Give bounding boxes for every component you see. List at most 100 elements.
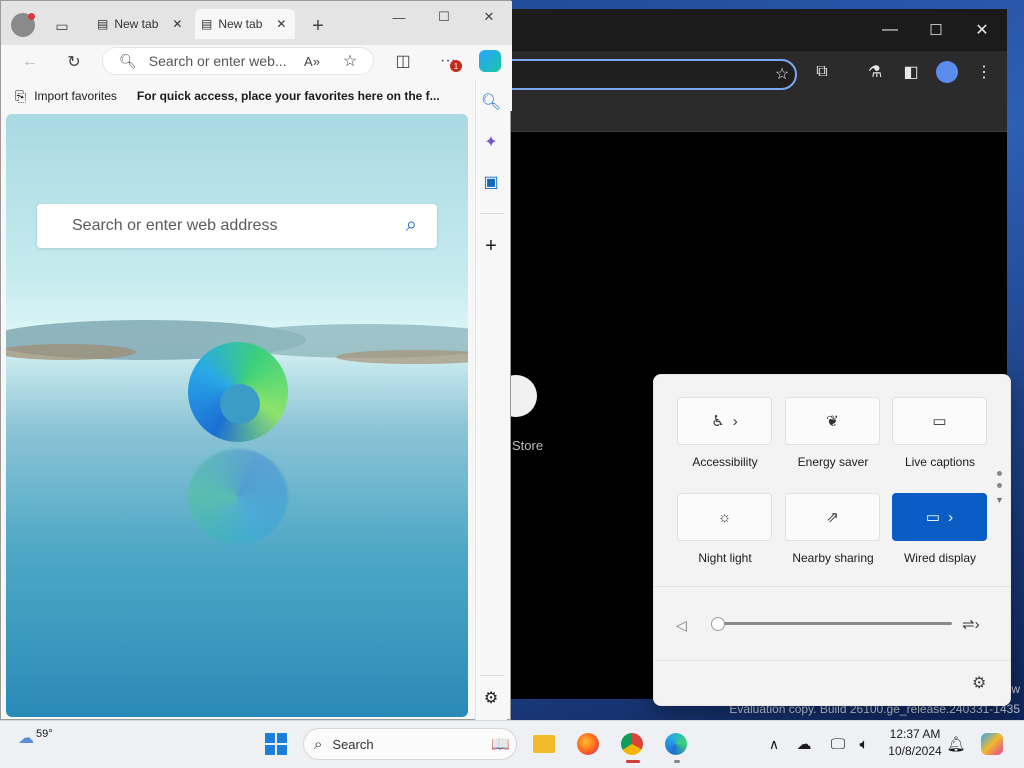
divider bbox=[654, 660, 1010, 661]
sidebar-divider bbox=[480, 675, 504, 676]
chevron-right-icon: › bbox=[948, 508, 954, 526]
weather-temperature: 59° bbox=[36, 728, 53, 740]
tab-new-tab-1[interactable]: ▤ New tab ✕ bbox=[91, 9, 191, 39]
edge-taskbar-icon[interactable] bbox=[658, 726, 694, 762]
page-dot[interactable] bbox=[997, 471, 1002, 476]
copilot-taskbar-icon[interactable] bbox=[974, 726, 1010, 762]
outlook-icon[interactable]: ▣ bbox=[476, 167, 506, 197]
edge-running-indicator bbox=[674, 760, 680, 763]
page-icon: ▤ bbox=[201, 17, 213, 31]
favorites-bar: ⎘ Import favorites For quick access, pla… bbox=[1, 81, 512, 111]
accessibility-icon: ♿︎ bbox=[711, 413, 725, 430]
chevron-down-icon[interactable]: ▼ bbox=[995, 495, 1004, 505]
tab-strip: ▭ ▤ New tab ✕ ▤ New tab ✕ + — ☐ ✕ bbox=[1, 1, 512, 45]
firefox-icon[interactable] bbox=[570, 726, 606, 762]
minimize-button[interactable]: — bbox=[376, 1, 422, 33]
notification-badge: 1 bbox=[450, 60, 462, 72]
windows-logo-icon bbox=[265, 733, 287, 755]
volume-slider-track[interactable] bbox=[718, 622, 952, 625]
tab-new-tab-2[interactable]: ▤ New tab ✕ bbox=[195, 9, 295, 39]
chrome-icon[interactable] bbox=[614, 726, 650, 762]
chrome-running-indicator bbox=[626, 760, 640, 763]
store-shortcut-label[interactable]: Store bbox=[512, 438, 543, 453]
search-icon[interactable]: ⌕ bbox=[406, 214, 417, 237]
energy-saver-tile[interactable]: ❦ bbox=[785, 397, 880, 445]
page-search-box[interactable]: Search or enter web address ⌕ bbox=[37, 204, 437, 248]
extensions-icon[interactable]: ⧉ bbox=[807, 57, 837, 87]
close-tab-icon[interactable]: ✕ bbox=[276, 17, 286, 31]
wired-display-label: Wired display bbox=[903, 551, 977, 565]
onedrive-icon[interactable]: ☁ bbox=[786, 726, 822, 762]
notifications-bell-icon[interactable]: 🔔︎ bbox=[938, 726, 974, 762]
star-icon[interactable]: ☆ bbox=[767, 59, 797, 89]
new-tab-page: Search or enter web address ⌕ bbox=[6, 114, 468, 717]
cloud-icon: ☁ bbox=[18, 730, 34, 747]
cast-icon: ▭ bbox=[925, 509, 941, 526]
nearby-sharing-label: Nearby sharing bbox=[792, 551, 874, 565]
page-search-placeholder: Search or enter web address bbox=[72, 217, 278, 234]
read-aloud-icon[interactable]: A» bbox=[297, 46, 327, 76]
close-button[interactable]: ✕ bbox=[967, 15, 997, 45]
captions-icon: ▭ bbox=[932, 413, 947, 430]
share-icon: ⇗ bbox=[826, 509, 839, 526]
energy-saver-label: Energy saver bbox=[797, 455, 869, 469]
copilot-icon[interactable] bbox=[475, 46, 505, 76]
edge-logo-reflection bbox=[188, 449, 288, 544]
favorite-star-icon[interactable]: ☆ bbox=[335, 46, 365, 76]
night-light-tile[interactable]: ☼ bbox=[677, 493, 772, 541]
page-icon: ▤ bbox=[97, 17, 109, 31]
accessibility-tile[interactable]: ♿︎ › bbox=[677, 397, 772, 445]
address-placeholder: Search or enter web... bbox=[148, 53, 287, 69]
quick-settings-panel: ♿︎ › ❦ ▭ Accessibility Energy saver Live … bbox=[653, 374, 1011, 706]
search-highlight-icon: 📖 bbox=[491, 736, 510, 753]
volume-muted-icon[interactable]: ◁ bbox=[676, 617, 687, 634]
file-explorer-icon[interactable] bbox=[526, 726, 562, 762]
nearby-sharing-tile[interactable]: ⇗ bbox=[785, 493, 880, 541]
labs-icon[interactable]: ⚗ bbox=[860, 57, 890, 87]
volume-icon[interactable]: 🔈︎ bbox=[846, 726, 882, 762]
live-captions-tile[interactable]: ▭ bbox=[892, 397, 987, 445]
leaf-icon: ❦ bbox=[826, 413, 839, 430]
import-favorites-link[interactable]: Import favorites bbox=[34, 89, 117, 103]
sidebar-divider bbox=[480, 213, 504, 214]
maximize-button[interactable]: ☐ bbox=[421, 1, 467, 33]
live-captions-label: Live captions bbox=[904, 455, 976, 469]
tab-actions-icon[interactable]: ▭ bbox=[47, 11, 77, 41]
page-dot[interactable] bbox=[997, 483, 1002, 488]
weather-widget[interactable]: ☁ 59° bbox=[18, 728, 53, 748]
maximize-button[interactable]: ☐ bbox=[921, 15, 951, 45]
volume-slider-thumb[interactable] bbox=[711, 617, 725, 631]
menu-icon[interactable]: ⋮ bbox=[969, 57, 999, 87]
close-button[interactable]: ✕ bbox=[466, 1, 512, 33]
start-button[interactable] bbox=[258, 726, 294, 762]
profile-status-dot bbox=[28, 13, 35, 20]
add-icon[interactable]: + bbox=[476, 231, 506, 261]
sun-icon: ☼ bbox=[717, 508, 732, 526]
settings-gear-icon[interactable]: ⚙ bbox=[476, 683, 506, 713]
audio-output-icon[interactable]: ⇌› bbox=[962, 615, 980, 633]
close-tab-icon[interactable]: ✕ bbox=[172, 17, 182, 31]
new-tab-button[interactable]: + bbox=[303, 11, 333, 41]
back-icon[interactable]: ← bbox=[15, 47, 45, 77]
side-panel-icon[interactable]: ◧ bbox=[896, 57, 926, 87]
copilot-sidebar-icon[interactable]: ✦ bbox=[476, 127, 506, 157]
store-shortcut-icon[interactable] bbox=[511, 375, 537, 417]
search-icon[interactable]: 🔍︎ bbox=[476, 87, 506, 117]
favorites-hint: For quick access, place your favorites h… bbox=[136, 89, 440, 103]
minimize-button[interactable]: — bbox=[875, 15, 905, 45]
address-bar[interactable]: 🔍︎ Search or enter web... bbox=[102, 47, 374, 75]
wired-display-tile[interactable]: ▭ › bbox=[892, 493, 987, 541]
refresh-icon[interactable]: ↻ bbox=[59, 47, 89, 77]
chevron-right-icon: › bbox=[732, 412, 738, 430]
chrome-titlebar: — ☐ ✕ bbox=[511, 9, 1007, 51]
search-icon: 🔍︎ bbox=[119, 52, 137, 69]
background-island bbox=[336, 350, 468, 364]
split-screen-icon[interactable]: ◫ bbox=[388, 46, 418, 76]
import-favorites-icon: ⎘ bbox=[15, 87, 27, 104]
taskbar-search-label: Search bbox=[332, 736, 374, 752]
taskbar-search[interactable]: ⌕ Search 📖 bbox=[303, 728, 517, 760]
settings-gear-icon[interactable]: ⚙ bbox=[972, 673, 986, 693]
profile-icon[interactable] bbox=[932, 57, 962, 87]
chrome-omnibox[interactable]: ☆ bbox=[511, 59, 797, 90]
chrome-bookmarks-bar bbox=[511, 93, 1007, 132]
